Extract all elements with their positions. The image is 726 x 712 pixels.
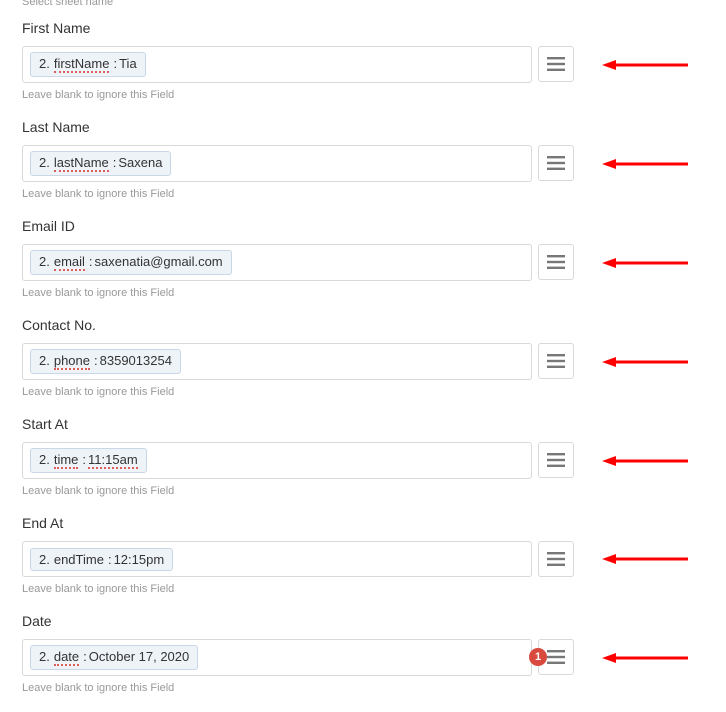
annotation-arrow-icon xyxy=(602,256,688,270)
token-input[interactable]: 2. firstName: Tia xyxy=(22,46,532,83)
input-row: 2. firstName: Tia xyxy=(22,46,704,83)
token-value: 11:15am xyxy=(88,452,138,469)
field-options-button[interactable] xyxy=(538,343,574,379)
input-row: 2. lastName: Saxena xyxy=(22,145,704,182)
field-group: Email ID 2. email : saxenatia@gmail.com Lea… xyxy=(22,218,704,299)
menu-icon xyxy=(547,156,565,170)
field-token[interactable]: 2. firstName: Tia xyxy=(30,52,146,77)
token-input[interactable]: 2. time : 11:15am xyxy=(22,442,532,479)
token-key: lastName xyxy=(54,155,109,172)
token-input[interactable]: 2. email : saxenatia@gmail.com xyxy=(22,244,532,281)
token-value: saxenatia@gmail.com xyxy=(95,254,223,269)
token-value: 12:15pm xyxy=(114,552,165,567)
menu-icon xyxy=(547,453,565,467)
token-key: email xyxy=(54,254,85,271)
token-prefix: 2. xyxy=(39,56,50,71)
token-separator: : xyxy=(83,649,87,664)
token-prefix: 2. xyxy=(39,353,50,368)
token-value: Tia xyxy=(119,56,137,71)
field-group: Last Name 2. lastName: Saxena Leave blank t… xyxy=(22,119,704,200)
warning-badge: 1 xyxy=(529,648,547,666)
annotation-arrow-icon xyxy=(602,454,688,468)
field-token[interactable]: 2. phone : 8359013254 xyxy=(30,349,181,374)
field-options-button[interactable] xyxy=(538,442,574,478)
annotation-arrow-icon xyxy=(602,58,688,72)
field-group: Start At 2. time : 11:15am Leave blank to i… xyxy=(22,416,704,497)
token-key: phone xyxy=(54,353,90,370)
token-key: endTime xyxy=(54,552,104,567)
field-options-button[interactable] xyxy=(538,541,574,577)
field-token[interactable]: 2. time : 11:15am xyxy=(30,448,147,473)
token-prefix: 2. xyxy=(39,254,50,269)
helper-text: Leave blank to ignore this Field xyxy=(22,287,704,299)
token-prefix: 2. xyxy=(39,155,50,170)
field-group: First Name 2. firstName: Tia Leave blank to… xyxy=(22,20,704,101)
input-row: 2. phone : 8359013254 xyxy=(22,343,704,380)
field-token[interactable]: 2. endTime: 12:15pm xyxy=(30,548,173,571)
field-options-button[interactable] xyxy=(538,145,574,181)
field-label: Last Name xyxy=(22,119,704,135)
input-row: 2. endTime: 12:15pm xyxy=(22,541,704,577)
annotation-arrow-icon xyxy=(602,552,688,566)
helper-top-text: Select sheet name xyxy=(22,0,704,16)
token-separator: : xyxy=(89,254,93,269)
token-input[interactable]: 2. phone : 8359013254 xyxy=(22,343,532,380)
field-options-button[interactable] xyxy=(538,46,574,82)
token-key: date xyxy=(54,649,79,666)
field-token[interactable]: 2. date : October 17, 2020 xyxy=(30,645,198,670)
field-label: Date xyxy=(22,613,704,629)
field-group: Contact No. 2. phone : 8359013254 Leave bla… xyxy=(22,317,704,398)
field-label: First Name xyxy=(22,20,704,36)
input-row: 2. time : 11:15am xyxy=(22,442,704,479)
token-value: October 17, 2020 xyxy=(89,649,189,664)
menu-icon xyxy=(547,650,565,664)
field-group: End At 2. endTime: 12:15pm Leave blank to i… xyxy=(22,515,704,595)
helper-text: Leave blank to ignore this Field xyxy=(22,386,704,398)
token-separator: : xyxy=(113,155,117,170)
token-prefix: 2. xyxy=(39,452,50,467)
input-row: 2. email : saxenatia@gmail.com xyxy=(22,244,704,281)
field-label: Email ID xyxy=(22,218,704,234)
token-input[interactable]: 2. lastName: Saxena xyxy=(22,145,532,182)
token-separator: : xyxy=(94,353,98,368)
token-value: 8359013254 xyxy=(100,353,172,368)
helper-text: Leave blank to ignore this Field xyxy=(22,583,704,595)
token-input[interactable]: 2. endTime: 12:15pm xyxy=(22,541,532,577)
helper-text: Leave blank to ignore this Field xyxy=(22,89,704,101)
token-separator: : xyxy=(108,552,112,567)
field-options-button[interactable]: 1 xyxy=(538,639,574,675)
field-label: End At xyxy=(22,515,704,531)
field-group: Date 2. date : October 17, 2020 1 Leave blan… xyxy=(22,613,704,694)
field-label: Contact No. xyxy=(22,317,704,333)
field-label: Start At xyxy=(22,416,704,432)
helper-text: Leave blank to ignore this Field xyxy=(22,188,704,200)
menu-icon xyxy=(547,57,565,71)
token-input[interactable]: 2. date : October 17, 2020 xyxy=(22,639,532,676)
helper-text: Leave blank to ignore this Field xyxy=(22,485,704,497)
field-token[interactable]: 2. email : saxenatia@gmail.com xyxy=(30,250,232,275)
field-token[interactable]: 2. lastName: Saxena xyxy=(30,151,171,176)
annotation-arrow-icon xyxy=(602,157,688,171)
token-separator: : xyxy=(113,56,117,71)
token-prefix: 2. xyxy=(39,552,50,567)
token-separator: : xyxy=(82,452,86,467)
token-key: firstName xyxy=(54,56,110,73)
menu-icon xyxy=(547,255,565,269)
token-key: time xyxy=(54,452,79,469)
menu-icon xyxy=(547,552,565,566)
input-row: 2. date : October 17, 2020 1 xyxy=(22,639,704,676)
token-value: Saxena xyxy=(118,155,162,170)
field-options-button[interactable] xyxy=(538,244,574,280)
helper-text: Leave blank to ignore this Field xyxy=(22,682,704,694)
annotation-arrow-icon xyxy=(602,355,688,369)
annotation-arrow-icon xyxy=(602,651,688,665)
token-prefix: 2. xyxy=(39,649,50,664)
menu-icon xyxy=(547,354,565,368)
